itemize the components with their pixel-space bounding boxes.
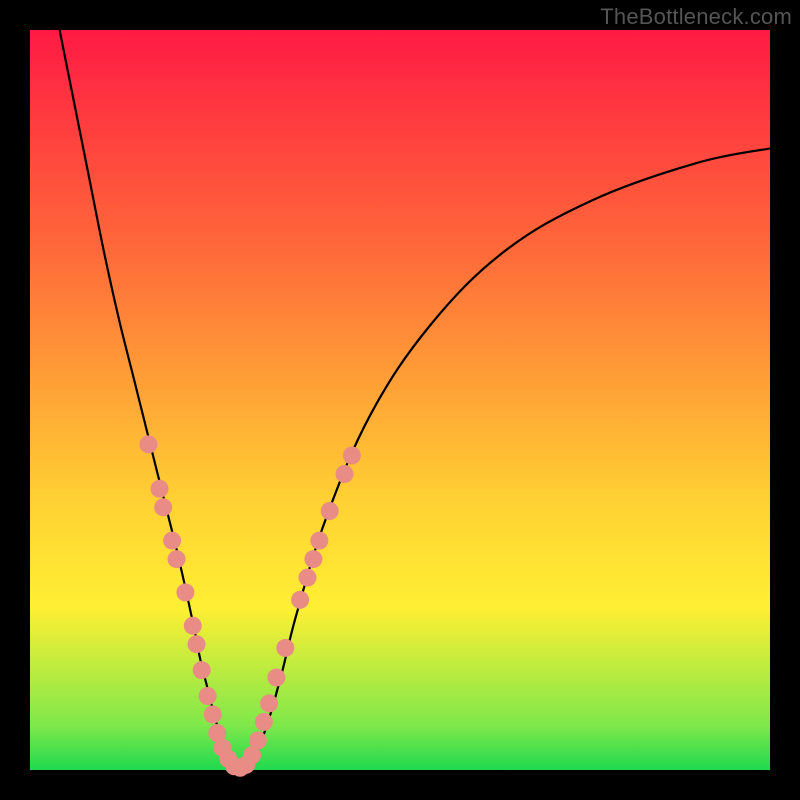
marker-right-cluster-8: [299, 569, 317, 587]
marker-right-cluster-12: [336, 465, 354, 483]
marker-left-cluster-10: [199, 687, 217, 705]
marker-right-cluster-7: [291, 591, 309, 609]
marker-left-cluster-9: [193, 661, 211, 679]
marker-left-cluster-11: [204, 706, 222, 724]
marker-right-cluster-13: [343, 447, 361, 465]
marker-left-cluster-5: [168, 550, 186, 568]
marker-right-cluster-6: [276, 639, 294, 657]
marker-left-cluster-8: [188, 635, 206, 653]
marker-right-cluster-4: [260, 694, 278, 712]
bottleneck-v-curve: [60, 30, 770, 772]
marker-left-cluster-7: [184, 617, 202, 635]
marker-right-cluster-5: [267, 669, 285, 687]
marker-layer: [139, 435, 361, 776]
chart-frame: TheBottleneck.com: [0, 0, 800, 800]
marker-right-cluster-11: [321, 502, 339, 520]
marker-right-cluster-10: [310, 532, 328, 550]
plot-area: [30, 30, 770, 770]
marker-left-cluster-4: [163, 532, 181, 550]
watermark-text: TheBottleneck.com: [600, 4, 792, 30]
marker-right-cluster-9: [304, 550, 322, 568]
chart-svg: [30, 30, 770, 770]
marker-left-cluster-2: [151, 480, 169, 498]
marker-left-cluster-1: [139, 435, 157, 453]
marker-right-cluster-3: [255, 713, 273, 731]
marker-left-cluster-3: [154, 498, 172, 516]
marker-right-cluster-2: [249, 731, 267, 749]
marker-left-cluster-6: [176, 583, 194, 601]
